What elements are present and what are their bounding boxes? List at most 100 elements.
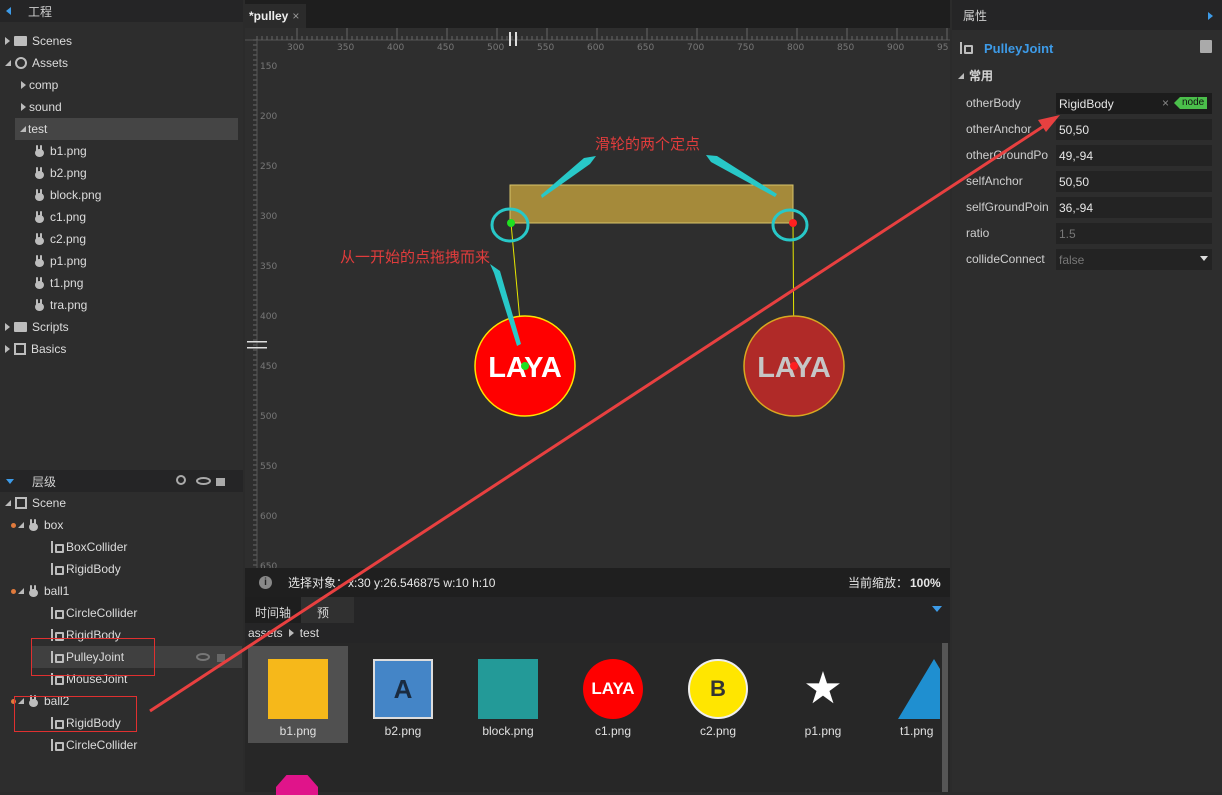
panel-menu-icon[interactable] bbox=[932, 606, 942, 612]
prop-value-othergroundpoint[interactable]: 49,-94 bbox=[1056, 144, 1212, 166]
asset-name: t1.png bbox=[900, 724, 934, 738]
tree-item-assets[interactable]: Assets bbox=[5, 52, 68, 74]
asset-c1[interactable]: LAYA c1.png bbox=[563, 646, 663, 743]
asset-scrollbar[interactable] bbox=[942, 643, 948, 792]
image-file-icon bbox=[34, 299, 45, 311]
asset-p1[interactable]: ★ p1.png bbox=[773, 646, 873, 743]
component-header: PulleyJoint bbox=[958, 38, 1053, 58]
image-file-icon bbox=[34, 233, 45, 245]
asset-name: b1.png bbox=[279, 724, 317, 738]
collapse-icon[interactable] bbox=[18, 588, 24, 594]
expand-icon[interactable] bbox=[5, 37, 10, 45]
collapse-icon[interactable] bbox=[5, 500, 11, 506]
anchor-point-left[interactable] bbox=[507, 219, 515, 227]
collapse-icon[interactable] bbox=[5, 60, 11, 66]
asset-b2[interactable]: A b2.png bbox=[353, 646, 453, 743]
tree-item-basics[interactable]: Basics bbox=[5, 338, 66, 360]
breadcrumb-leaf[interactable]: test bbox=[300, 626, 319, 640]
tree-item-b1[interactable]: b1.png bbox=[34, 140, 87, 162]
hier-box[interactable]: box bbox=[11, 514, 63, 536]
hier-boxcollider[interactable]: BoxCollider bbox=[49, 536, 127, 558]
tree-item-t1[interactable]: t1.png bbox=[34, 272, 83, 294]
hier-circlecollider-1[interactable]: CircleCollider bbox=[49, 602, 137, 624]
anchor-point-right[interactable] bbox=[789, 219, 797, 227]
ball1-anchor[interactable] bbox=[521, 362, 529, 370]
breadcrumb-root[interactable]: assets bbox=[248, 626, 283, 640]
collapse-icon[interactable] bbox=[18, 522, 24, 528]
image-file-icon bbox=[34, 211, 45, 223]
search-icon[interactable] bbox=[176, 475, 186, 485]
expand-icon[interactable] bbox=[5, 345, 10, 353]
tab-timeline[interactable]: 时间轴 bbox=[245, 597, 301, 623]
asset-t1[interactable]: t1.png bbox=[878, 646, 940, 743]
collapse-icon[interactable] bbox=[958, 72, 964, 79]
expand-icon[interactable] bbox=[21, 103, 26, 111]
prop-othergroundpoint: otherGroundPo 49,-94 bbox=[952, 142, 1222, 168]
collapse-hierarchy-icon[interactable] bbox=[6, 478, 14, 484]
component-icon bbox=[49, 606, 64, 620]
eye-icon[interactable] bbox=[196, 477, 211, 485]
tree-item-test[interactable]: test bbox=[15, 118, 238, 140]
save-icon[interactable] bbox=[1200, 40, 1212, 53]
tree-item-comp[interactable]: comp bbox=[21, 74, 58, 96]
hier-circlecollider-2[interactable]: CircleCollider bbox=[49, 734, 137, 756]
expand-icon[interactable] bbox=[21, 81, 26, 89]
component-icon bbox=[49, 738, 64, 752]
collapse-left-icon[interactable] bbox=[6, 7, 11, 15]
tab-preview[interactable]: 预览 bbox=[301, 597, 354, 637]
project-panel-title: 工程 bbox=[28, 4, 53, 19]
tree-item-block[interactable]: block.png bbox=[34, 184, 101, 206]
script-folder-icon bbox=[14, 322, 27, 332]
collapse-right-icon[interactable] bbox=[1208, 12, 1213, 20]
tree-item-b2[interactable]: b2.png bbox=[34, 162, 87, 184]
ruler-x-label: 800 bbox=[787, 43, 804, 53]
tree-item-label: Scene bbox=[32, 496, 67, 510]
prop-value-collideconnected[interactable]: false bbox=[1056, 248, 1212, 270]
tree-item-tra[interactable]: tra.png bbox=[34, 294, 87, 316]
component-icon bbox=[49, 540, 64, 554]
section-common[interactable]: 常用 bbox=[958, 67, 993, 84]
selection-label: 选择对象： bbox=[288, 576, 349, 590]
breadcrumb-separator-icon bbox=[288, 629, 294, 637]
prop-value-ratio[interactable]: 1.5 bbox=[1056, 222, 1212, 244]
pulley-box[interactable] bbox=[509, 184, 794, 224]
scene-canvas[interactable]: 300 350 400 450 500 550 600 650 700 750 800 850 900 9… bbox=[245, 28, 950, 568]
ball2-anchor[interactable] bbox=[790, 362, 798, 370]
sprite-icon bbox=[28, 519, 39, 531]
section-label: 常用 bbox=[969, 69, 994, 83]
ruler-x-label: 350 bbox=[337, 43, 354, 53]
image-file-icon bbox=[34, 255, 45, 267]
tree-item-label: c1.png bbox=[50, 210, 87, 224]
expand-icon[interactable] bbox=[5, 323, 10, 331]
bottom-tabs: 时间轴 预览 bbox=[245, 597, 950, 637]
asset-name: c2.png bbox=[699, 724, 737, 738]
tree-item-sound[interactable]: sound bbox=[21, 96, 62, 118]
prop-value-otheranchor[interactable]: 50,50 bbox=[1056, 118, 1212, 140]
tree-item-label: Scripts bbox=[32, 320, 69, 334]
visibility-icon[interactable] bbox=[196, 653, 210, 661]
lock-icon[interactable] bbox=[216, 478, 225, 486]
dropdown-arrow-icon[interactable] bbox=[1200, 256, 1208, 261]
clear-icon[interactable]: × bbox=[1162, 96, 1169, 110]
lock-icon[interactable] bbox=[217, 654, 225, 662]
collapse-icon[interactable] bbox=[20, 126, 26, 132]
asset-c2[interactable]: B c2.png bbox=[668, 646, 768, 743]
tree-item-label: b1.png bbox=[50, 144, 87, 158]
prop-value-selfanchor[interactable]: 50,50 bbox=[1056, 170, 1212, 192]
tree-item-label: RigidBody bbox=[66, 562, 121, 576]
sprite-icon bbox=[28, 585, 39, 597]
component-title: PulleyJoint bbox=[984, 40, 1054, 56]
close-tab-icon[interactable]: × bbox=[292, 9, 299, 23]
asset-block[interactable]: block.png bbox=[458, 646, 558, 743]
tab-pulley[interactable]: *pulley × bbox=[245, 4, 306, 28]
asset-b1[interactable]: b1.png bbox=[248, 646, 348, 743]
hier-rigidbody-1[interactable]: RigidBody bbox=[49, 558, 121, 580]
tree-item-scenes[interactable]: Scenes bbox=[5, 30, 72, 52]
tree-item-c2[interactable]: c2.png bbox=[34, 228, 86, 250]
tree-item-scripts[interactable]: Scripts bbox=[5, 316, 69, 338]
hier-scene[interactable]: Scene bbox=[5, 492, 66, 514]
tree-item-c1[interactable]: c1.png bbox=[34, 206, 86, 228]
tree-item-p1[interactable]: p1.png bbox=[34, 250, 87, 272]
prop-value-selfgroundpoint[interactable]: 36,-94 bbox=[1056, 196, 1212, 218]
hier-ball1[interactable]: ball1 bbox=[11, 580, 69, 602]
